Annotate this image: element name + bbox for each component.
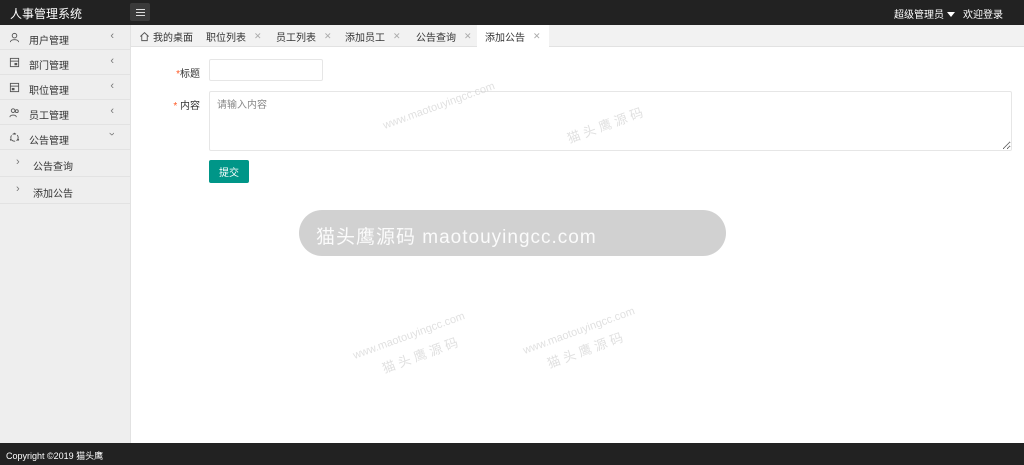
chevron-left-icon: ‹ — [110, 55, 114, 67]
user-menu-label: 超级管理员 — [894, 10, 944, 21]
copyright-text: Copyright ©2019 猫头鹰 — [6, 451, 104, 461]
tab-staff-list[interactable]: 员工列表 ✕ — [276, 25, 332, 47]
hamburger-icon-line — [135, 14, 145, 16]
app-logo: 人事管理系统 — [10, 7, 83, 21]
tab-add-announcement[interactable]: 添加公告 ✕ — [477, 25, 549, 48]
tab-label: 添加公告 — [485, 33, 525, 44]
sidebar-item-label: 员工管理 — [29, 111, 69, 122]
sidebar-item-label: 公告管理 — [29, 136, 69, 147]
top-bar: 人事管理系统 超级管理员 欢迎登录 — [0, 0, 1024, 25]
watermark-banner-text: 猫头鹰源码 maotouyingcc.com — [316, 227, 597, 248]
title-label-text: 标题 — [180, 69, 200, 80]
chevron-left-icon: ‹ — [110, 80, 114, 92]
home-icon — [140, 31, 149, 41]
department-icon — [9, 57, 20, 68]
sidebar-item-position-management[interactable]: 职位管理 ‹ — [0, 75, 130, 100]
watermark-text: 猫 头 鹰 源 码 — [545, 329, 625, 372]
required-mark: * — [173, 101, 178, 112]
watermark-banner: 猫头鹰源码 maotouyingcc.com — [299, 210, 726, 256]
content-label-text: 内容 — [180, 101, 200, 112]
content-textarea[interactable] — [209, 91, 1012, 151]
close-icon[interactable]: ✕ — [533, 31, 541, 42]
sidebar-item-staff-management[interactable]: 员工管理 ‹ — [0, 100, 130, 125]
chevron-right-icon: › — [16, 183, 20, 195]
tab-label: 公告查询 — [416, 32, 456, 44]
tab-label: 添加员工 — [345, 32, 385, 44]
sidebar-subitem-add-announcement[interactable]: › 添加公告 — [0, 177, 130, 204]
tab-label: 我的桌面 — [153, 32, 193, 44]
sidebar-subitem-label: 公告查询 — [33, 162, 73, 173]
sidebar-subitem-announcement-query[interactable]: › 公告查询 — [0, 150, 130, 177]
sidebar-item-label: 职位管理 — [29, 86, 69, 97]
title-label: *标题 — [168, 65, 200, 80]
menu-toggle-button[interactable] — [130, 3, 150, 21]
footer: Copyright ©2019 猫头鹰 — [0, 443, 1024, 465]
tab-position-list[interactable]: 职位列表 ✕ — [206, 25, 262, 47]
submit-button[interactable]: 提交 — [209, 160, 249, 183]
position-icon — [9, 82, 20, 93]
tab-announcement-query[interactable]: 公告查询 ✕ — [416, 25, 472, 47]
title-input[interactable] — [209, 59, 323, 81]
chevron-down-icon: ‹ — [106, 132, 119, 136]
staff-icon — [9, 108, 19, 118]
announcement-icon — [9, 132, 20, 142]
hamburger-icon-line — [135, 11, 145, 13]
tab-label: 员工列表 — [276, 32, 316, 44]
sidebar-subitem-label: 添加公告 — [33, 189, 73, 200]
sidebar-item-label: 用户管理 — [29, 36, 69, 47]
tab-my-desktop[interactable]: 我的桌面 — [139, 25, 193, 47]
tab-bar: 我的桌面 职位列表 ✕ 员工列表 ✕ 添加员工 ✕ 公告查询 ✕ 添加公告 ✕ — [131, 25, 1024, 48]
tab-add-staff[interactable]: 添加员工 ✕ — [345, 25, 401, 47]
tab-label: 职位列表 — [206, 32, 246, 44]
user-icon — [9, 32, 20, 43]
caret-down-icon — [947, 12, 955, 17]
chevron-left-icon: ‹ — [110, 105, 114, 117]
hamburger-icon-line — [135, 8, 145, 10]
sidebar-item-user-management[interactable]: 用户管理 ‹ — [0, 25, 130, 50]
sidebar-item-label: 部门管理 — [29, 61, 69, 72]
close-icon[interactable]: ✕ — [393, 31, 401, 42]
sidebar-item-announcement-management[interactable]: 公告管理 ‹ — [0, 125, 130, 150]
sidebar-item-department-management[interactable]: 部门管理 ‹ — [0, 50, 130, 75]
chevron-left-icon: ‹ — [110, 30, 114, 42]
close-icon[interactable]: ✕ — [254, 31, 262, 42]
watermark-url: www.maotouyingcc.com — [351, 310, 467, 362]
chevron-right-icon: › — [16, 156, 20, 168]
welcome-link[interactable]: 欢迎登录 — [963, 6, 1003, 21]
watermark-url: www.maotouyingcc.com — [521, 305, 637, 357]
user-menu-dropdown[interactable]: 超级管理员 — [894, 6, 955, 21]
close-icon[interactable]: ✕ — [324, 31, 332, 42]
sidebar: 用户管理 ‹ 部门管理 ‹ 职位管理 ‹ 员工管理 ‹ 公告管理 ‹ › 公告查… — [0, 25, 131, 443]
watermark-text: 猫 头 鹰 源 码 — [380, 334, 460, 377]
content-label: * 内容 — [168, 97, 200, 112]
close-icon[interactable]: ✕ — [464, 31, 472, 42]
